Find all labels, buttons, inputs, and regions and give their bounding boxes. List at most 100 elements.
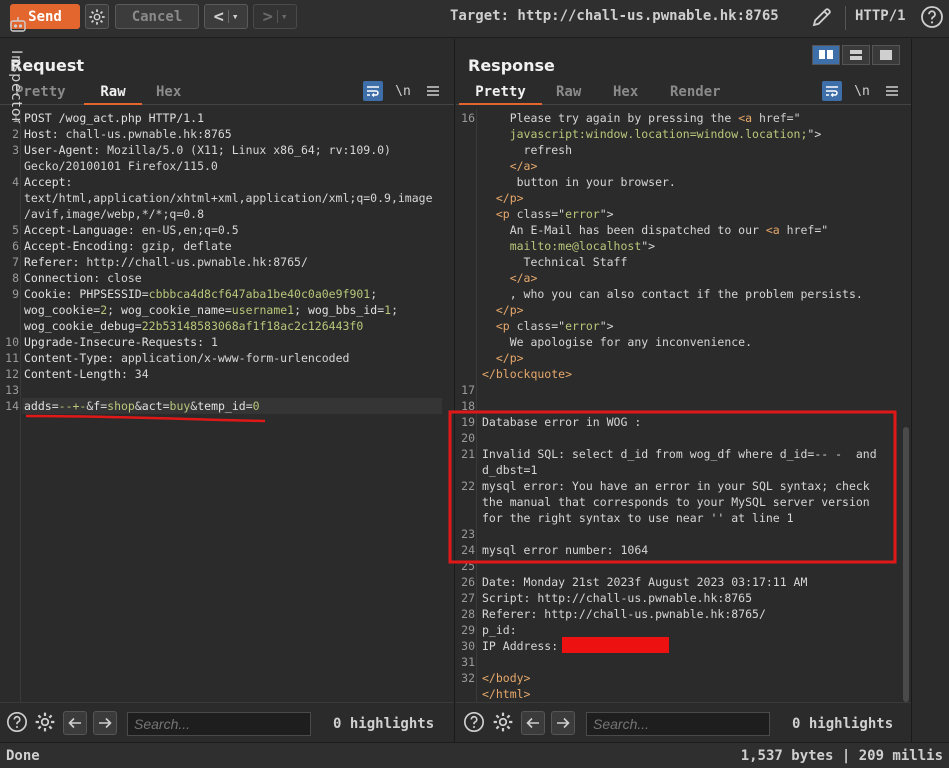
code-token: : application/x-www-form-urlencoded bbox=[107, 351, 350, 365]
layout-tabs-icon[interactable] bbox=[872, 45, 900, 65]
search-settings-gear-icon[interactable] bbox=[34, 711, 58, 735]
code-line: </a> bbox=[482, 159, 538, 173]
code-line: /avif,image/webp,*/*;q=0.8 bbox=[24, 207, 204, 221]
code-line: Database error in WOG : bbox=[482, 415, 641, 429]
response-editor[interactable]: 16 Please try again by pressing the <a h… bbox=[456, 109, 911, 702]
history-back-button[interactable]: < ▾ bbox=[204, 4, 248, 29]
newline-toggle[interactable]: \n bbox=[393, 81, 413, 101]
history-forward-button[interactable]: > ▾ bbox=[253, 4, 297, 29]
menu-icon[interactable] bbox=[882, 81, 902, 101]
code-line: POST /wog_act.php HTTP/1.1 bbox=[24, 111, 204, 125]
line-number: 7 bbox=[12, 255, 19, 269]
back-dropdown-icon[interactable]: ▾ bbox=[227, 10, 238, 23]
code-line: wog_cookie_debug=22b53148583068af1f18ac2… bbox=[24, 319, 363, 333]
code-line: Technical Staff bbox=[482, 255, 628, 269]
help-icon[interactable] bbox=[463, 711, 487, 735]
request-tabs: Pretty Raw Hex bbox=[0, 83, 454, 105]
layout-stacked-icon[interactable] bbox=[842, 45, 870, 65]
settings-gear-icon[interactable] bbox=[85, 4, 109, 29]
next-match-arrow-icon[interactable] bbox=[551, 711, 575, 735]
layout-side-by-side-icon[interactable] bbox=[812, 45, 840, 65]
request-tab-hex[interactable]: Hex bbox=[156, 83, 181, 105]
code-token: = bbox=[141, 287, 149, 301]
code-token: "> bbox=[599, 319, 614, 333]
code-line: Accept: bbox=[24, 175, 72, 189]
code-token: text/html,application/xhtml+xml,applicat… bbox=[24, 191, 433, 205]
response-tabs: Pretty Raw Hex Render bbox=[456, 83, 911, 105]
code-line: p_id: bbox=[482, 623, 517, 637]
forward-dropdown-icon[interactable]: ▾ bbox=[276, 10, 287, 23]
code-line: mysql error number: 1064 bbox=[482, 543, 648, 557]
newline-toggle[interactable]: \n bbox=[852, 81, 872, 101]
code-token: mysql error: You have an error in your S… bbox=[482, 479, 870, 493]
code-token: : 34 bbox=[120, 367, 149, 381]
line-number: 2 bbox=[12, 127, 19, 141]
code-token: </a> bbox=[482, 159, 538, 173]
code-token: <a bbox=[765, 223, 787, 237]
cancel-button[interactable]: Cancel bbox=[115, 4, 199, 29]
line-number: 18 bbox=[461, 399, 475, 413]
code-token: Accept-Encoding bbox=[24, 239, 128, 253]
help-icon[interactable] bbox=[6, 711, 30, 735]
code-token: Cookie bbox=[24, 287, 66, 301]
request-search-input[interactable] bbox=[127, 712, 311, 736]
line-number: 3 bbox=[12, 143, 19, 157]
response-size-time: 1,537 bytes | 209 millis bbox=[740, 748, 943, 764]
request-tab-raw[interactable]: Raw bbox=[84, 83, 142, 105]
code-token: Referer: http://chall-us.pwnable.hk:8765… bbox=[482, 607, 766, 621]
response-tab-pretty[interactable]: Pretty bbox=[459, 83, 542, 105]
redaction-block bbox=[562, 637, 669, 653]
code-token: </p> bbox=[482, 303, 524, 317]
code-token: </html> bbox=[482, 687, 531, 701]
code-token: Upgrade-Insecure-Requests bbox=[24, 335, 198, 349]
code-token: : Mozilla/5.0 (X11; Linux x86_64; rv:109… bbox=[93, 143, 391, 157]
inspector-icon[interactable] bbox=[9, 16, 27, 34]
line-number: 21 bbox=[461, 447, 475, 461]
inspector-label[interactable]: Inspector bbox=[8, 50, 24, 124]
code-token: javascript:window.location=window.locati… bbox=[482, 127, 808, 141]
code-line: button in your browser. bbox=[482, 175, 676, 189]
response-tab-raw[interactable]: Raw bbox=[556, 83, 581, 105]
response-tab-render[interactable]: Render bbox=[670, 83, 721, 105]
code-line: wog_cookie=2; wog_cookie_name=username1;… bbox=[24, 303, 398, 317]
code-line: </a> bbox=[482, 271, 538, 285]
word-wrap-icon[interactable] bbox=[822, 81, 842, 101]
line-number: 27 bbox=[461, 591, 475, 605]
code-token: error bbox=[565, 319, 600, 333]
code-token: =" bbox=[551, 319, 566, 333]
code-token: User-Agent bbox=[24, 143, 94, 157]
http-version-toggle[interactable]: HTTP/1 bbox=[855, 8, 906, 24]
edit-target-pencil-icon[interactable] bbox=[810, 5, 834, 29]
menu-icon[interactable] bbox=[423, 81, 443, 101]
code-token: : chall-us.pwnable.hk:8765 bbox=[51, 127, 232, 141]
line-number: 8 bbox=[12, 271, 19, 285]
line-number: 31 bbox=[461, 655, 475, 669]
word-wrap-icon[interactable] bbox=[363, 81, 383, 101]
code-line: for the right syntax to use near '' at l… bbox=[482, 511, 794, 525]
search-settings-gear-icon[interactable] bbox=[492, 711, 516, 735]
response-scrollbar[interactable] bbox=[903, 427, 909, 702]
response-title: Response bbox=[468, 56, 555, 75]
code-token: wog_bbs_id bbox=[307, 303, 378, 317]
line-number: 23 bbox=[461, 527, 475, 541]
code-token: button in your browser. bbox=[482, 175, 676, 189]
code-token: username1 bbox=[231, 303, 295, 317]
line-number: 25 bbox=[461, 559, 475, 573]
next-match-arrow-icon[interactable] bbox=[93, 711, 117, 735]
response-search-input[interactable] bbox=[586, 712, 770, 736]
response-search-bar: 0 highlights bbox=[456, 702, 911, 742]
code-line: Accept-Encoding: gzip, deflate bbox=[24, 239, 232, 253]
code-line: Script: http://chall-us.pwnable.hk:8765 bbox=[482, 591, 752, 605]
code-line: <p class="error"> bbox=[482, 319, 614, 333]
response-tab-hex[interactable]: Hex bbox=[613, 83, 638, 105]
previous-match-arrow-icon[interactable] bbox=[63, 711, 87, 735]
target-url: Target: http://chall-us.pwnable.hk:8765 bbox=[450, 8, 779, 24]
previous-match-arrow-icon[interactable] bbox=[521, 711, 545, 735]
code-token: temp_id bbox=[197, 399, 246, 413]
line-number: 5 bbox=[12, 223, 19, 237]
code-token: 22b53148583068af1f18ac2c126443f0 bbox=[141, 319, 364, 333]
code-line: javascript:window.location=window.locati… bbox=[482, 127, 822, 141]
help-icon[interactable] bbox=[920, 5, 944, 29]
request-editor[interactable]: 1 POST /wog_act.php HTTP/1.1 2 Host: chall-… bbox=[0, 109, 454, 702]
line-number: 30 bbox=[461, 639, 475, 653]
